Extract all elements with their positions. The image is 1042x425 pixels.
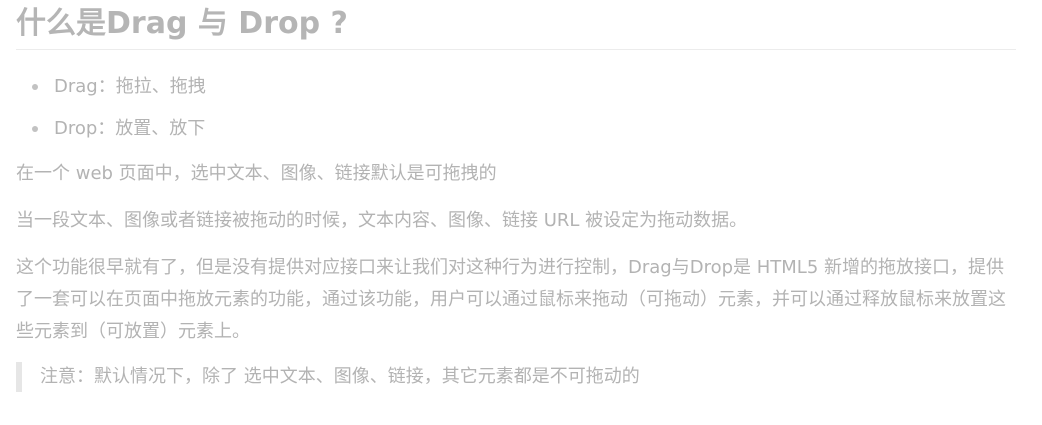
definition-list: Drag：拖拉、拖拽 Drop：放置、放下 [16, 74, 1016, 142]
list-item-text: Drop：放置、放下 [54, 118, 206, 139]
note-text: 注意：默认情况下，除了 选中文本、图像、链接，其它元素都是不可拖动的 [40, 366, 640, 387]
list-item-text: Drag：拖拉、拖拽 [54, 76, 206, 97]
document-page: 什么是Drag 与 Drop ? Drag：拖拉、拖拽 Drop：放置、放下 在… [16, 0, 1016, 392]
paragraph-default-draggable: 在一个 web 页面中，选中文本、图像、链接默认是可拖拽的 [16, 163, 497, 184]
bullet-icon [32, 126, 38, 132]
paragraph-drag-data: 当一段文本、图像或者链接被拖动的时候，文本内容、图像、链接 URL 被设定为拖动… [16, 210, 748, 231]
page-title: 什么是Drag 与 Drop ? [16, 0, 1016, 50]
paragraph-html5-api: 这个功能很早就有了，但是没有提供对应接口来让我们对这种行为进行控制，Drag与D… [16, 257, 1006, 342]
list-item-drop: Drop：放置、放下 [16, 116, 1016, 142]
bullet-icon [32, 84, 38, 90]
note-blockquote: 注意：默认情况下，除了 选中文本、图像、链接，其它元素都是不可拖动的 [16, 362, 1016, 392]
list-item-drag: Drag：拖拉、拖拽 [16, 74, 1016, 100]
